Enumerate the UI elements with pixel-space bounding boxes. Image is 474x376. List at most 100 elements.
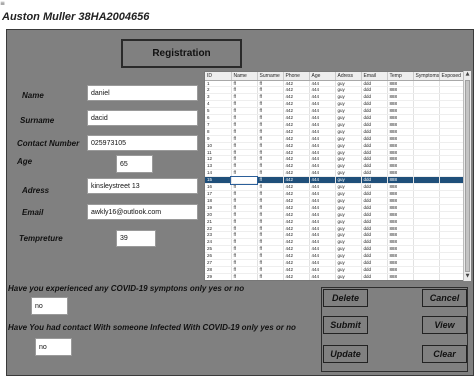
table-cell[interactable]: guy <box>335 121 362 129</box>
table-cell[interactable] <box>439 128 465 136</box>
table-cell[interactable] <box>439 197 465 205</box>
table-cell[interactable]: ff <box>257 280 283 281</box>
table-cell[interactable]: 442 <box>283 80 310 88</box>
table-cell[interactable]: ff <box>257 245 284 254</box>
table-cell[interactable]: ddd <box>361 169 388 178</box>
table-row[interactable]: 16 ff ff 442 444 guy ddd 888 <box>205 183 465 191</box>
table-cell[interactable] <box>439 280 464 281</box>
table-cell[interactable] <box>413 190 440 198</box>
table-cell[interactable]: ff <box>231 225 258 233</box>
table-cell[interactable]: 888 <box>387 162 414 171</box>
table-cell[interactable]: 888 <box>387 190 414 198</box>
table-cell[interactable] <box>439 114 465 122</box>
table-cell[interactable]: ff <box>257 128 284 136</box>
table-cell[interactable]: ff <box>231 155 258 164</box>
table-cell[interactable] <box>439 121 465 129</box>
table-cell[interactable]: ff <box>231 114 258 122</box>
table-cell[interactable] <box>413 266 440 274</box>
table-cell[interactable] <box>413 225 440 233</box>
scroll-down-icon[interactable]: ▼ <box>464 273 471 280</box>
table-cell[interactable]: 888 <box>387 252 414 261</box>
table-cell[interactable]: ff <box>257 218 284 226</box>
table-cell[interactable]: 888 <box>387 183 414 191</box>
table-cell[interactable]: ff <box>257 107 284 116</box>
table-cell[interactable]: 888 <box>387 176 414 185</box>
table-cell[interactable]: 444 <box>309 183 336 191</box>
table-cell[interactable] <box>439 155 465 164</box>
table-row[interactable]: 26 ff ff 442 444 guy ddd 888 <box>205 252 465 261</box>
table-cell[interactable]: guy <box>335 225 362 233</box>
table-cell[interactable]: ddd <box>361 252 388 261</box>
table-cell[interactable]: 442 <box>283 93 310 102</box>
table-cell[interactable]: ff <box>231 93 258 102</box>
table-cell[interactable]: ff <box>231 107 258 116</box>
table-cell[interactable] <box>413 280 439 281</box>
table-cell[interactable]: 444 <box>309 100 336 109</box>
table-cell[interactable]: ddd <box>361 259 388 267</box>
table-cell[interactable]: ff <box>257 149 284 157</box>
table-cell[interactable]: 442 <box>283 190 310 198</box>
table-row[interactable]: 12 ff ff 442 444 guy ddd 888 <box>205 155 465 164</box>
table-cell[interactable] <box>413 197 440 205</box>
delete-button[interactable]: Delete <box>323 289 368 307</box>
table-cell[interactable]: ff <box>231 80 258 88</box>
table-cell[interactable]: ff <box>257 142 284 150</box>
table-cell[interactable]: guy <box>335 176 362 185</box>
table-cell[interactable]: ff <box>231 183 258 191</box>
table-cell[interactable]: 888 <box>387 231 414 240</box>
table-cell[interactable]: 444 <box>309 273 336 280</box>
table-cell[interactable]: ff <box>257 238 284 247</box>
table-cell[interactable] <box>439 231 465 240</box>
table-row[interactable]: 9 ff ff 442 444 guy ddd 888 <box>205 135 465 143</box>
table-cell[interactable]: 888 <box>387 155 414 164</box>
column-header-name[interactable]: Name <box>231 72 258 81</box>
table-cell[interactable]: ff <box>231 273 258 280</box>
table-cell[interactable] <box>439 252 465 261</box>
table-cell[interactable]: guy <box>335 211 362 219</box>
email-field[interactable]: awkly16@outlook.com <box>87 204 198 220</box>
table-cell[interactable]: 21 <box>205 218 232 226</box>
table-row[interactable]: 13 ff ff 442 444 guy ddd 888 <box>205 162 465 171</box>
table-cell[interactable]: 24 <box>205 238 232 247</box>
table-cell[interactable]: ff <box>231 211 258 219</box>
table-cell[interactable]: guy <box>335 197 362 205</box>
table-cell[interactable]: ddd <box>361 266 388 274</box>
table-cell[interactable]: 5 <box>205 107 232 116</box>
table-row[interactable]: 23 ff ff 442 444 guy ddd 888 <box>205 231 465 240</box>
table-cell[interactable]: 888 <box>387 121 414 129</box>
submit-button[interactable]: Submit <box>323 316 368 334</box>
clear-button[interactable]: Clear <box>422 345 467 363</box>
table-cell[interactable]: 444 <box>309 218 336 226</box>
table-cell[interactable]: 442 <box>283 211 310 219</box>
table-cell[interactable]: ddd <box>361 231 388 240</box>
table-cell[interactable]: 442 <box>283 252 310 261</box>
table-cell[interactable]: 1 <box>205 80 232 88</box>
table-cell[interactable]: 442 <box>283 121 310 129</box>
table-cell[interactable]: 444 <box>309 169 336 178</box>
table-cell[interactable] <box>413 273 440 280</box>
table-cell[interactable] <box>413 211 440 219</box>
table-cell[interactable]: 444 <box>309 107 336 116</box>
table-cell[interactable]: 888 <box>387 114 414 122</box>
table-cell[interactable]: 444 <box>309 238 336 247</box>
table-cell[interactable]: ddd <box>361 280 387 281</box>
table-cell[interactable]: ff <box>257 114 284 122</box>
table-cell[interactable]: ff <box>231 218 258 226</box>
table-cell[interactable]: 444 <box>309 245 336 254</box>
table-cell[interactable]: ff <box>257 183 284 191</box>
table-cell[interactable]: 10 <box>205 142 232 150</box>
table-cell[interactable] <box>439 86 465 95</box>
table-cell[interactable]: 2 <box>205 86 232 95</box>
table-cell[interactable]: guy <box>335 204 362 212</box>
table-cell[interactable] <box>413 93 440 102</box>
table-cell[interactable] <box>439 107 465 116</box>
table-cell[interactable]: ddd <box>361 107 388 116</box>
table-row[interactable]: 19 ff ff 442 444 guy ddd 888 <box>205 204 465 212</box>
table-cell[interactable]: ddd <box>361 190 388 198</box>
table-cell[interactable] <box>413 169 440 178</box>
table-cell[interactable] <box>439 149 465 157</box>
table-cell[interactable]: ff <box>257 155 284 164</box>
table-cell[interactable]: 9 <box>205 135 232 143</box>
column-header-adress[interactable]: Adress <box>335 72 362 81</box>
table-cell[interactable]: 17 <box>205 190 232 198</box>
